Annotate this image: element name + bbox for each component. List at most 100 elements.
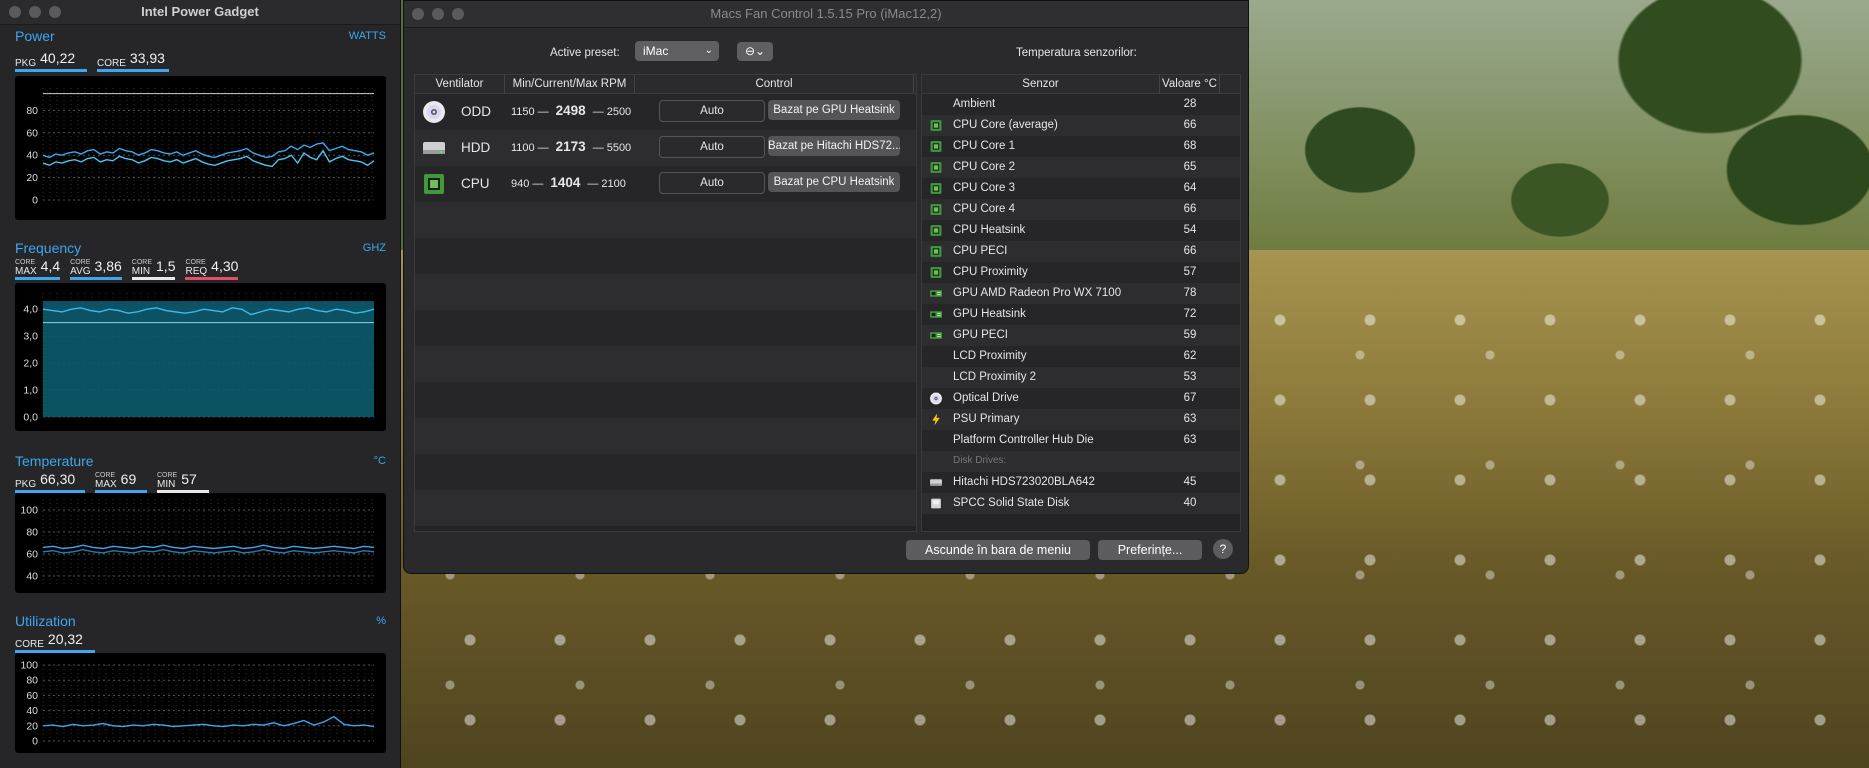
y-tick-label: 40	[26, 150, 38, 162]
sensor-col-header[interactable]: Senzor	[922, 75, 1160, 93]
fan-name: CPU	[461, 176, 490, 191]
fan-rpm-readout: 1150—2498—2500	[511, 103, 632, 118]
power-pkg-readout: PKG 40,22	[15, 50, 87, 72]
preferences-button[interactable]: Preferințe...	[1098, 540, 1202, 560]
sensor-row[interactable]: GPU AMD Radeon Pro WX 7100 78	[922, 283, 1240, 304]
mfc-titlebar[interactable]: Macs Fan Control 1.5.15 Pro (iMac12,2)	[404, 1, 1248, 28]
empty-row	[415, 454, 916, 490]
y-tick-label: 80	[26, 675, 38, 687]
sensor-row[interactable]: Hitachi HDS723020BLA642 45	[922, 472, 1240, 493]
sensor-value: 68	[1183, 140, 1197, 152]
y-tick-label: 3,0	[23, 331, 38, 343]
sensor-row[interactable]: Ambient 28	[922, 94, 1240, 115]
cpu-chip-icon	[929, 119, 943, 132]
sensor-value: 62	[1183, 350, 1197, 362]
sensor-value: 78	[1183, 287, 1197, 299]
help-button[interactable]: ?	[1213, 539, 1233, 559]
sensor-row[interactable]: LCD Proximity 2 53	[922, 367, 1240, 388]
sensor-value: 63	[1183, 434, 1197, 446]
y-tick-label: 100	[20, 505, 38, 517]
utilization-section: Utilization % CORE 20,32 100 80 60 40 20 0	[0, 613, 400, 753]
active-preset-value: iMac	[643, 44, 669, 58]
sensor-row[interactable]: CPU Heatsink 54	[922, 220, 1240, 241]
active-preset-label: Active preset:	[550, 47, 620, 59]
minimize-window-button[interactable]	[432, 8, 444, 20]
ssd-icon	[929, 497, 943, 510]
util-core-label: CORE	[15, 639, 44, 650]
sensor-row[interactable]: GPU Heatsink 72	[922, 304, 1240, 325]
fan-name: ODD	[461, 104, 491, 119]
empty-row	[415, 382, 916, 418]
sensor-value: 57	[1183, 266, 1197, 278]
sensor-row[interactable]: CPU Core 4 66	[922, 199, 1240, 220]
freq-avg-value: 3,86	[94, 258, 122, 274]
value-col-header[interactable]: Valoare °C	[1160, 75, 1220, 93]
minimize-window-button[interactable]	[29, 6, 41, 18]
power-core-value: 33,93	[129, 50, 165, 66]
freq-min-label: MIN	[131, 266, 151, 277]
preset-row: Active preset: iMac ⌄ ⊖⌄ Temperatura sen…	[404, 39, 1248, 63]
sensor-value: 53	[1183, 371, 1197, 383]
sensor-row[interactable]: GPU PECI 59	[922, 325, 1240, 346]
y-tick-label: 20	[26, 720, 38, 732]
sensor-row[interactable]: Optical Drive 67	[922, 388, 1240, 409]
rpm-col-header[interactable]: Min/Current/Max RPM	[505, 75, 635, 93]
fan-custom-mode-button[interactable]: Bazat pe Hitachi HDS72...	[768, 136, 900, 156]
sensor-value: 59	[1183, 329, 1197, 341]
sensor-name: Hitachi HDS723020BLA642	[953, 476, 1095, 488]
sensor-table: Senzor Valoare °C Ambient 28 CPU Core (av…	[921, 74, 1241, 532]
zoom-window-button[interactable]	[49, 6, 61, 18]
sensor-row[interactable]: SPCC Solid State Disk 40	[922, 493, 1240, 514]
fan-auto-button[interactable]: Auto	[659, 100, 765, 122]
freq-max-readout: CORE MAX 4,4	[15, 258, 61, 280]
sensor-row[interactable]: CPU Core 1 68	[922, 136, 1240, 157]
sensor-name: LCD Proximity 2	[953, 371, 1037, 383]
close-window-button[interactable]	[412, 8, 424, 20]
fan-custom-mode-button[interactable]: Bazat pe GPU Heatsink	[768, 100, 900, 120]
sensor-row[interactable]: CPU Proximity 57	[922, 262, 1240, 283]
sensor-row[interactable]: CPU PECI 66	[922, 241, 1240, 262]
sensor-row[interactable]: CPU Core 3 64	[922, 178, 1240, 199]
ipg-titlebar[interactable]: Intel Power Gadget	[0, 0, 400, 25]
utilization-graph: 100 80 60 40 20 0	[15, 653, 386, 753]
sensor-name: GPU Heatsink	[953, 308, 1026, 320]
fan-min-rpm: 940	[511, 178, 530, 190]
sensor-row[interactable]: CPU Core 2 65	[922, 157, 1240, 178]
zoom-window-button[interactable]	[452, 8, 464, 20]
sensor-row[interactable]: Platform Controller Hub Die 63	[922, 430, 1240, 451]
active-preset-select[interactable]: iMac ⌄	[635, 41, 719, 61]
temp-min-readout: CORE MIN 57	[157, 471, 209, 493]
close-window-button[interactable]	[9, 6, 21, 18]
sensor-value: 54	[1183, 224, 1197, 236]
wallpaper-trees	[1240, 0, 1869, 300]
empty-row	[415, 418, 916, 454]
sensor-row[interactable]: CPU Core (average) 66	[922, 115, 1240, 136]
fan-row-hdd[interactable]: HDD 1100—2173—5500 Auto Bazat pe Hitachi…	[415, 130, 916, 166]
sensor-value: 63	[1183, 413, 1197, 425]
temperature-line-a	[42, 544, 375, 550]
fan-auto-button[interactable]: Auto	[659, 172, 765, 194]
power-pkg-value: 40,22	[40, 50, 76, 66]
fan-row-cpu[interactable]: CPU 940—1404—2100 Auto Bazat pe CPU Heat…	[415, 166, 916, 202]
control-col-header[interactable]: Control	[635, 75, 914, 93]
y-tick-label: 60	[26, 690, 38, 702]
sensor-name: GPU PECI	[953, 329, 1008, 341]
sensor-name: CPU Core 2	[953, 161, 1015, 173]
sensor-row[interactable]: PSU Primary 63	[922, 409, 1240, 430]
sensor-name: SPCC Solid State Disk	[953, 497, 1070, 509]
sensor-name: Disk Drives:	[953, 455, 1007, 466]
power-graph: 80 60 40 20 0	[15, 76, 386, 220]
fan-col-header[interactable]: Ventilator	[415, 75, 505, 93]
fan-custom-mode-button[interactable]: Bazat pe CPU Heatsink	[768, 172, 900, 192]
fan-row-odd[interactable]: ODD 1150—2498—2500 Auto Bazat pe GPU Hea…	[415, 94, 916, 130]
util-core-readout: CORE 20,32	[15, 631, 95, 653]
sensor-value: 66	[1183, 119, 1197, 131]
preset-options-button[interactable]: ⊖⌄	[737, 42, 773, 61]
fan-auto-button[interactable]: Auto	[659, 136, 765, 158]
sensor-value: 66	[1183, 245, 1197, 257]
sensor-value: 67	[1183, 392, 1197, 404]
hide-in-menu-bar-button[interactable]: Ascunde în bara de meniu	[906, 540, 1090, 560]
y-tick-label: 0	[32, 736, 38, 748]
sensor-row[interactable]: LCD Proximity 62	[922, 346, 1240, 367]
y-tick-label: 100	[20, 660, 38, 672]
